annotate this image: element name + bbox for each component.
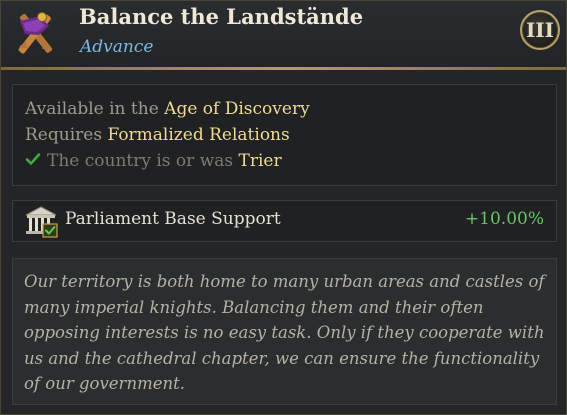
- age-requirement: Available in the Age of Discovery: [25, 99, 310, 119]
- prerequisite-label: Requires: [25, 125, 103, 145]
- age-name[interactable]: Age of Discovery: [164, 99, 310, 119]
- flavor-line: us and the cathedral chapter, we can ens…: [24, 348, 540, 368]
- flavor-line: Our territory is both home to many urban…: [24, 272, 545, 291]
- parliament-building-icon: [23, 204, 59, 238]
- flavor-text: Our territory is both home to many urban…: [24, 269, 554, 397]
- requirements-panel: Available in the Age of Discovery Requir…: [12, 84, 557, 186]
- checkmark-icon: [25, 151, 41, 167]
- advance-title: Balance the Landstände: [79, 4, 364, 29]
- flavor-line: of our government.: [24, 374, 185, 393]
- prerequisite-name[interactable]: Formalized Relations: [107, 125, 289, 145]
- country-requirement-label: The country is or was: [47, 151, 234, 171]
- country-name[interactable]: Trier: [239, 151, 282, 171]
- header-divider: [1, 67, 566, 70]
- flavor-text-panel: Our territory is both home to many urban…: [12, 258, 557, 405]
- tooltip-header: Balance the Landstände Advance III: [1, 1, 566, 67]
- crossed-scrolls-icon: [9, 7, 61, 59]
- tier-badge: III: [520, 10, 560, 50]
- age-requirement-label: Available in the: [25, 99, 159, 119]
- country-requirement: The country is or was Trier: [25, 151, 282, 171]
- modifier-value: +10.00%: [464, 209, 544, 229]
- advance-tooltip: Balance the Landstände Advance III Avail…: [0, 0, 567, 415]
- modifier-label: Parliament Base Support: [65, 209, 281, 229]
- flavor-line: opposing interests is no easy task. Only…: [24, 323, 545, 342]
- prerequisite-requirement: Requires Formalized Relations: [25, 125, 290, 145]
- advance-type-label: Advance: [80, 37, 154, 57]
- modifier-row: Parliament Base Support +10.00%: [12, 200, 557, 242]
- flavor-line: many imperial knights. Balancing them an…: [24, 297, 484, 317]
